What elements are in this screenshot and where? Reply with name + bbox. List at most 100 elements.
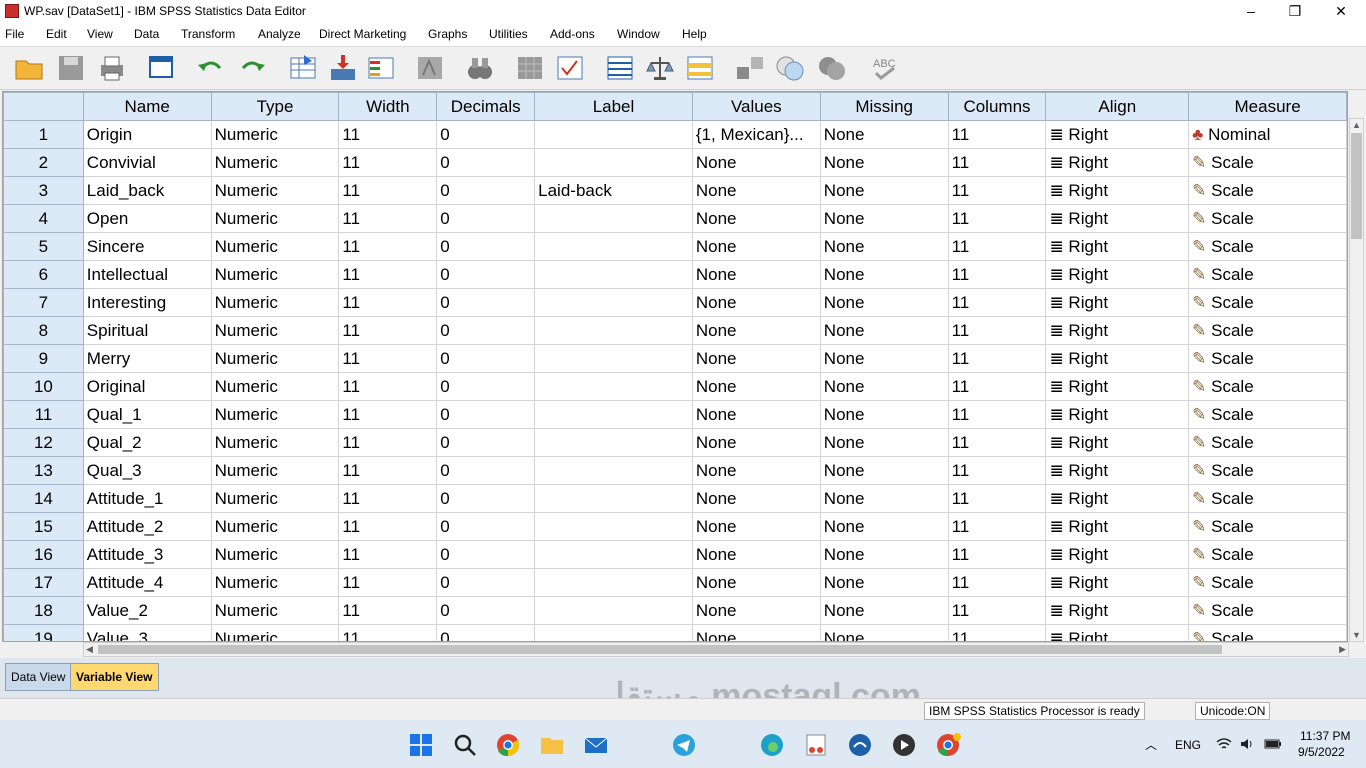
row-number[interactable]: 11 [3, 400, 84, 429]
cell-type[interactable]: Numeric [210, 540, 340, 569]
cell-columns[interactable]: 11 [947, 568, 1047, 597]
tray-chevron-icon[interactable]: ︿ [1145, 736, 1157, 753]
cell-label[interactable] [534, 260, 693, 289]
cell-measure[interactable]: ✎ Scale [1188, 372, 1347, 401]
cell-columns[interactable]: 11 [947, 540, 1047, 569]
minimize-button[interactable]: – [1228, 0, 1274, 24]
cell-name[interactable]: Value_2 [82, 596, 212, 625]
open-folder-icon[interactable] [14, 53, 44, 83]
cell-decimals[interactable]: 0 [436, 344, 536, 373]
cell-decimals[interactable]: 0 [436, 148, 536, 177]
cell-name[interactable]: Qual_2 [82, 428, 212, 457]
cell-align[interactable]: ≣ Right [1045, 484, 1190, 513]
start-icon[interactable] [408, 732, 434, 758]
cell-width[interactable]: 11 [338, 540, 438, 569]
language-indicator[interactable]: ENG [1175, 738, 1201, 752]
row-number[interactable]: 17 [3, 568, 84, 597]
variables-icon[interactable] [366, 53, 396, 83]
row-number[interactable]: 15 [3, 512, 84, 541]
split-file-icon[interactable] [605, 53, 635, 83]
column-header-align[interactable]: Align [1045, 92, 1190, 121]
scroll-up-arrow-icon[interactable]: ▲ [1352, 120, 1361, 130]
column-header-label[interactable]: Label [534, 92, 693, 121]
cell-measure[interactable]: ✎ Scale [1188, 624, 1347, 641]
cell-label[interactable] [534, 400, 693, 429]
horizontal-scrollbar[interactable]: ◀ ▶ [83, 642, 1349, 657]
cell-width[interactable]: 11 [338, 344, 438, 373]
cell-measure[interactable]: ✎ Scale [1188, 260, 1347, 289]
edge-icon[interactable] [759, 732, 785, 758]
row-number[interactable]: 19 [3, 624, 84, 641]
column-header-values[interactable]: Values [691, 92, 821, 121]
cell-label[interactable] [534, 456, 693, 485]
chrome-icon[interactable] [495, 732, 521, 758]
cell-columns[interactable]: 11 [947, 288, 1047, 317]
row-number[interactable]: 1 [3, 120, 84, 149]
cell-align[interactable]: ≣ Right [1045, 232, 1190, 261]
scroll-left-arrow-icon[interactable]: ◀ [86, 644, 93, 655]
cell-type[interactable]: Numeric [210, 568, 340, 597]
cell-width[interactable]: 11 [338, 428, 438, 457]
cell-width[interactable]: 11 [338, 260, 438, 289]
cell-type[interactable]: Numeric [210, 596, 340, 625]
cell-label[interactable] [534, 596, 693, 625]
cell-decimals[interactable]: 0 [436, 456, 536, 485]
cell-values[interactable]: None [691, 512, 821, 541]
cell-decimals[interactable]: 0 [436, 484, 536, 513]
row-number[interactable]: 5 [3, 232, 84, 261]
vertical-scroll-thumb[interactable] [1351, 133, 1362, 239]
cell-decimals[interactable]: 0 [436, 568, 536, 597]
cell-align[interactable]: ≣ Right [1045, 120, 1190, 149]
clock-date[interactable]: 9/5/2022 [1298, 745, 1345, 759]
cell-name[interactable]: Origin [82, 120, 212, 149]
row-number[interactable]: 18 [3, 596, 84, 625]
value-labels-icon[interactable] [735, 53, 765, 83]
print-icon[interactable] [97, 53, 127, 83]
cell-decimals[interactable]: 0 [436, 596, 536, 625]
cell-decimals[interactable]: 0 [436, 512, 536, 541]
use-sets-icon[interactable] [775, 53, 805, 83]
menu-help[interactable]: Help [682, 27, 707, 41]
row-number[interactable]: 13 [3, 456, 84, 485]
row-number[interactable]: 4 [3, 204, 84, 233]
cell-width[interactable]: 11 [338, 148, 438, 177]
cell-align[interactable]: ≣ Right [1045, 596, 1190, 625]
cell-missing[interactable]: None [819, 428, 949, 457]
cell-decimals[interactable]: 0 [436, 400, 536, 429]
cell-measure[interactable]: ✎ Scale [1188, 204, 1347, 233]
run-descriptives-icon[interactable] [415, 53, 445, 83]
cell-missing[interactable]: None [819, 484, 949, 513]
cell-columns[interactable]: 11 [947, 260, 1047, 289]
spell-check-icon[interactable]: ABC [870, 53, 900, 83]
chrome-profile-icon[interactable] [935, 732, 961, 758]
cell-width[interactable]: 11 [338, 120, 438, 149]
cell-width[interactable]: 11 [338, 288, 438, 317]
horizontal-scroll-thumb[interactable] [98, 645, 1222, 654]
cell-align[interactable]: ≣ Right [1045, 456, 1190, 485]
cell-columns[interactable]: 11 [947, 624, 1047, 641]
cell-width[interactable]: 11 [338, 456, 438, 485]
cell-align[interactable]: ≣ Right [1045, 512, 1190, 541]
menu-file[interactable]: File [5, 27, 24, 41]
row-number[interactable]: 8 [3, 316, 84, 345]
row-number[interactable]: 2 [3, 148, 84, 177]
cell-columns[interactable]: 11 [947, 176, 1047, 205]
cell-name[interactable]: Attitude_4 [82, 568, 212, 597]
column-header-columns[interactable]: Columns [947, 92, 1047, 121]
cell-measure[interactable]: ✎ Scale [1188, 232, 1347, 261]
cell-missing[interactable]: None [819, 316, 949, 345]
cell-columns[interactable]: 11 [947, 484, 1047, 513]
cell-name[interactable]: Merry [82, 344, 212, 373]
cell-width[interactable]: 11 [338, 512, 438, 541]
cell-missing[interactable]: None [819, 372, 949, 401]
cell-decimals[interactable]: 0 [436, 372, 536, 401]
cell-columns[interactable]: 11 [947, 596, 1047, 625]
cell-align[interactable]: ≣ Right [1045, 568, 1190, 597]
cell-values[interactable]: None [691, 176, 821, 205]
cell-missing[interactable]: None [819, 120, 949, 149]
cell-name[interactable]: Laid_back [82, 176, 212, 205]
cell-columns[interactable]: 11 [947, 316, 1047, 345]
close-button[interactable]: ✕ [1318, 0, 1364, 24]
scroll-right-arrow-icon[interactable]: ▶ [1339, 644, 1346, 655]
column-header-type[interactable]: Type [210, 92, 340, 121]
